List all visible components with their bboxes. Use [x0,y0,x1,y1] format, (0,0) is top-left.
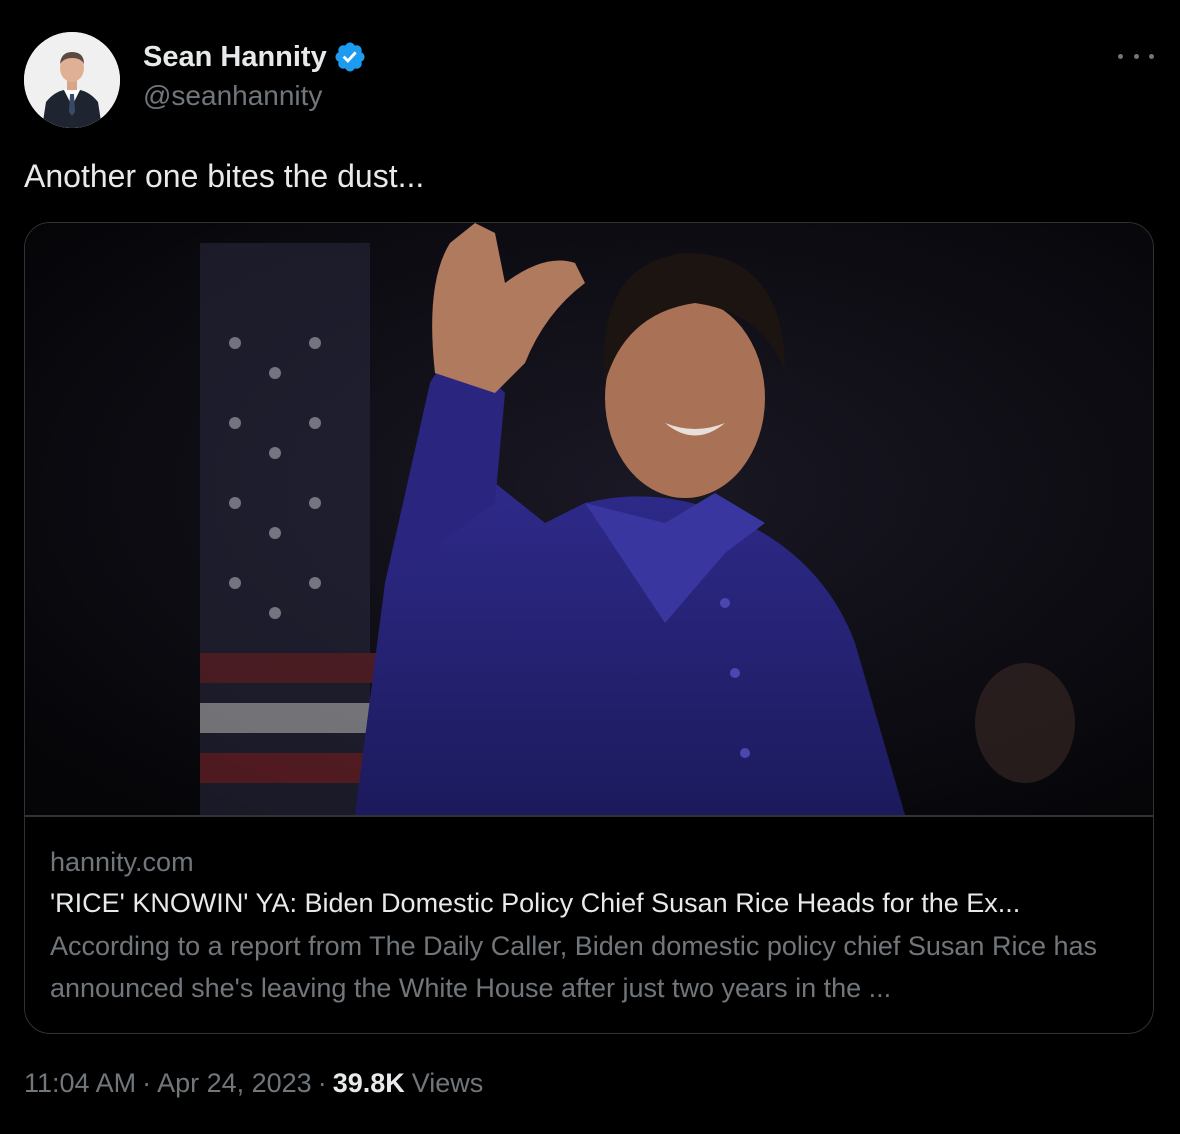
views-label: Views [411,1068,484,1098]
display-name[interactable]: Sean Hannity [143,41,327,74]
more-options-icon[interactable] [1118,44,1154,68]
avatar-photo [24,32,120,128]
meta-separator: · [317,1068,327,1098]
tweet-time[interactable]: 11:04 AM [24,1068,136,1099]
card-description: According to a report from The Daily Cal… [50,931,1097,1003]
avatar[interactable] [24,32,120,128]
link-card[interactable]: hannity.com 'RICE' KNOWIN' YA: Biden Dom… [24,222,1154,1034]
handle[interactable]: @seanhannity [143,80,367,112]
more-dot [1149,53,1154,59]
meta-separator: · [142,1068,152,1098]
name-row: Sean Hannity [143,38,367,76]
verified-badge-icon[interactable] [333,40,367,74]
card-title: 'RICE' KNOWIN' YA: Biden Domestic Policy… [50,888,1021,918]
tweet-text: Another one bites the dust... [24,158,425,194]
tweet: Sean Hannity @seanhannity Another one bi… [0,0,1180,1134]
more-dot [1133,53,1139,59]
card-divider [25,815,1153,817]
card-image [25,223,1153,815]
tweet-meta: 11:04 AM · Apr 24, 2023 · 39.8K Views [24,1068,483,1099]
more-dot [1118,53,1123,59]
card-body: hannity.com 'RICE' KNOWIN' YA: Biden Dom… [50,843,1130,1009]
author-block: Sean Hannity @seanhannity [143,38,367,112]
tweet-date[interactable]: Apr 24, 2023 [157,1068,312,1099]
card-domain: hannity.com [50,847,194,877]
views-count: 39.8K [332,1068,405,1098]
